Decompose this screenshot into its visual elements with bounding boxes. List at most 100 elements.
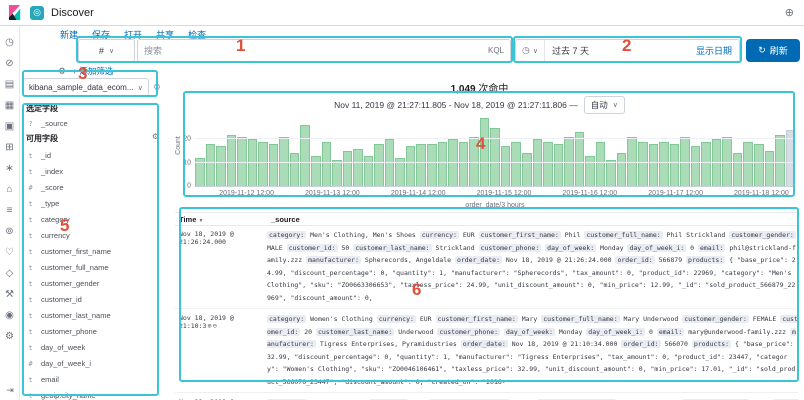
field-customer_id[interactable]: tcustomer_id — [26, 292, 163, 307]
histogram-bar[interactable] — [206, 144, 216, 186]
zoom-out-icon[interactable]: ⊖ — [213, 322, 217, 330]
histogram-bar[interactable] — [332, 160, 342, 186]
interval-select[interactable]: 自动 ∨ — [584, 96, 625, 114]
field-currency[interactable]: tcurrency — [26, 228, 163, 243]
histogram-bar[interactable] — [649, 144, 659, 186]
index-pattern-select[interactable]: kibana_sample_data_ecom... ∨ — [23, 78, 149, 97]
field-geoip.city_name[interactable]: tgeoip.city_name — [26, 388, 163, 400]
field-day_of_week[interactable]: tday_of_week — [26, 340, 163, 355]
siem-icon[interactable]: ◇ — [6, 263, 14, 284]
field-category[interactable]: tcategory — [26, 212, 163, 227]
available-fields-gear-icon[interactable]: ⚙ — [152, 132, 159, 141]
collapse-nav-icon[interactable]: ⇥ — [0, 385, 20, 396]
field-_index[interactable]: t_index — [26, 164, 163, 179]
histogram-bar[interactable] — [522, 153, 532, 186]
filter-options-icon[interactable]: ⚙ — [58, 66, 66, 77]
management-icon[interactable]: ⚙ — [5, 326, 14, 347]
histogram-bar[interactable] — [638, 142, 648, 186]
field-email[interactable]: temail — [26, 372, 163, 387]
logs-icon[interactable]: ≡ — [7, 200, 13, 221]
apm-icon[interactable]: ⊚ — [5, 221, 13, 242]
histogram-bar[interactable] — [427, 144, 437, 186]
histogram-bar[interactable] — [311, 156, 321, 186]
histogram-bar[interactable] — [258, 142, 268, 186]
canvas-icon[interactable]: ▤ — [5, 74, 14, 95]
histogram-bar[interactable] — [438, 142, 448, 186]
histogram-bar[interactable] — [754, 144, 764, 186]
field-customer_first_name[interactable]: tcustomer_first_name — [26, 244, 163, 259]
histogram-bar[interactable] — [533, 139, 543, 186]
histogram-bar[interactable] — [490, 128, 500, 186]
dashboard-icon[interactable]: ⊞ — [5, 137, 13, 158]
histogram-bar[interactable] — [765, 151, 775, 186]
histogram-bar[interactable] — [691, 146, 701, 186]
kql-label[interactable]: KQL — [488, 46, 504, 55]
histogram-bar[interactable] — [543, 142, 553, 186]
help-icon[interactable]: ⊕ — [785, 6, 794, 19]
time-column-header[interactable]: Time ▼ — [175, 215, 271, 224]
sort-desc-icon[interactable]: ▼ — [198, 218, 203, 224]
histogram-bar[interactable] — [343, 151, 353, 186]
show-dates-button[interactable]: 显示日期 — [696, 44, 739, 57]
visualize-icon[interactable]: ▣ — [5, 116, 14, 137]
maps-icon[interactable]: ▦ — [5, 95, 14, 116]
histogram-bar[interactable] — [269, 144, 279, 186]
field-customer_full_name[interactable]: tcustomer_full_name — [26, 260, 163, 275]
machine-learning-icon[interactable]: ∗ — [5, 158, 13, 179]
histogram-bar[interactable] — [617, 153, 627, 186]
kibana-logo[interactable] — [8, 5, 23, 20]
table-row[interactable]: Nov 18, 2019 @ 21:26:24.000category: Men… — [175, 225, 798, 309]
menu-new-button[interactable]: 新建 — [60, 28, 78, 40]
field-customer_gender[interactable]: tcustomer_gender — [26, 276, 163, 291]
query-filter-dropdown[interactable]: # ∨ — [78, 39, 135, 62]
histogram-bar[interactable] — [448, 139, 458, 186]
field-_score[interactable]: #_score — [26, 180, 163, 195]
uptime-icon[interactable]: ♡ — [5, 242, 14, 263]
field-customer_last_name[interactable]: tcustomer_last_name — [26, 308, 163, 323]
histogram-bar[interactable] — [300, 125, 310, 186]
search-input[interactable]: 搜索 KQL — [137, 39, 511, 62]
histogram-bar[interactable] — [416, 144, 426, 186]
histogram-bar[interactable] — [659, 142, 669, 186]
histogram-bar[interactable] — [606, 160, 616, 186]
histogram-bar[interactable] — [670, 144, 680, 186]
discover-icon[interactable]: ⊘ — [5, 53, 13, 74]
histogram-bar[interactable] — [290, 153, 300, 186]
refresh-button[interactable]: ↻ 刷新 — [746, 39, 800, 62]
histogram-bar[interactable] — [385, 139, 395, 186]
selected-field-_source[interactable]: ?_source — [26, 116, 163, 131]
histogram-bar[interactable] — [701, 142, 711, 186]
histogram-bar[interactable] — [596, 142, 606, 186]
dev-tools-icon[interactable]: ⚒ — [5, 284, 14, 305]
histogram-bar[interactable] — [733, 153, 743, 186]
histogram-bar[interactable] — [364, 156, 374, 186]
histogram-bar[interactable] — [743, 142, 753, 186]
time-range-value[interactable]: 过去 7 天 — [545, 44, 696, 57]
histogram-bar[interactable] — [322, 142, 332, 186]
histogram-bar[interactable] — [353, 149, 363, 186]
time-picker-quick-menu[interactable]: ◷ ∨ — [516, 40, 545, 61]
histogram-bar[interactable] — [775, 135, 785, 186]
histogram-bar[interactable] — [511, 142, 521, 186]
index-pattern-gear-icon[interactable]: ⚙ — [153, 82, 161, 93]
time-picker[interactable]: ◷ ∨ 过去 7 天 显示日期 — [515, 39, 740, 62]
histogram-bar[interactable] — [374, 144, 384, 186]
histogram-bar[interactable] — [585, 156, 595, 186]
field-day_of_week_i[interactable]: #day_of_week_i — [26, 356, 163, 371]
histogram-bar[interactable] — [406, 146, 416, 186]
field-customer_phone[interactable]: tcustomer_phone — [26, 324, 163, 339]
infrastructure-icon[interactable]: ⌂ — [6, 179, 12, 200]
histogram-bar[interactable] — [227, 135, 237, 186]
histogram-bar[interactable] — [216, 146, 226, 186]
histogram-bar[interactable] — [712, 139, 722, 186]
histogram-bar[interactable] — [501, 146, 511, 186]
histogram-bar[interactable] — [459, 142, 469, 186]
histogram-bar[interactable] — [480, 118, 490, 186]
histogram-bar[interactable] — [554, 144, 564, 186]
table-row[interactable]: Nov 18, 2019 @ 21:10:3⊕⊖category: Women'… — [175, 309, 798, 393]
table-row[interactable]: Nov 18, 2019 @ 20:57:36.000category: Men… — [175, 393, 798, 400]
field-_id[interactable]: t_id — [26, 148, 163, 163]
field-_type[interactable]: t_type — [26, 196, 163, 211]
recent-icon[interactable]: ◷ — [5, 32, 14, 53]
monitoring-icon[interactable]: ◉ — [5, 305, 14, 326]
